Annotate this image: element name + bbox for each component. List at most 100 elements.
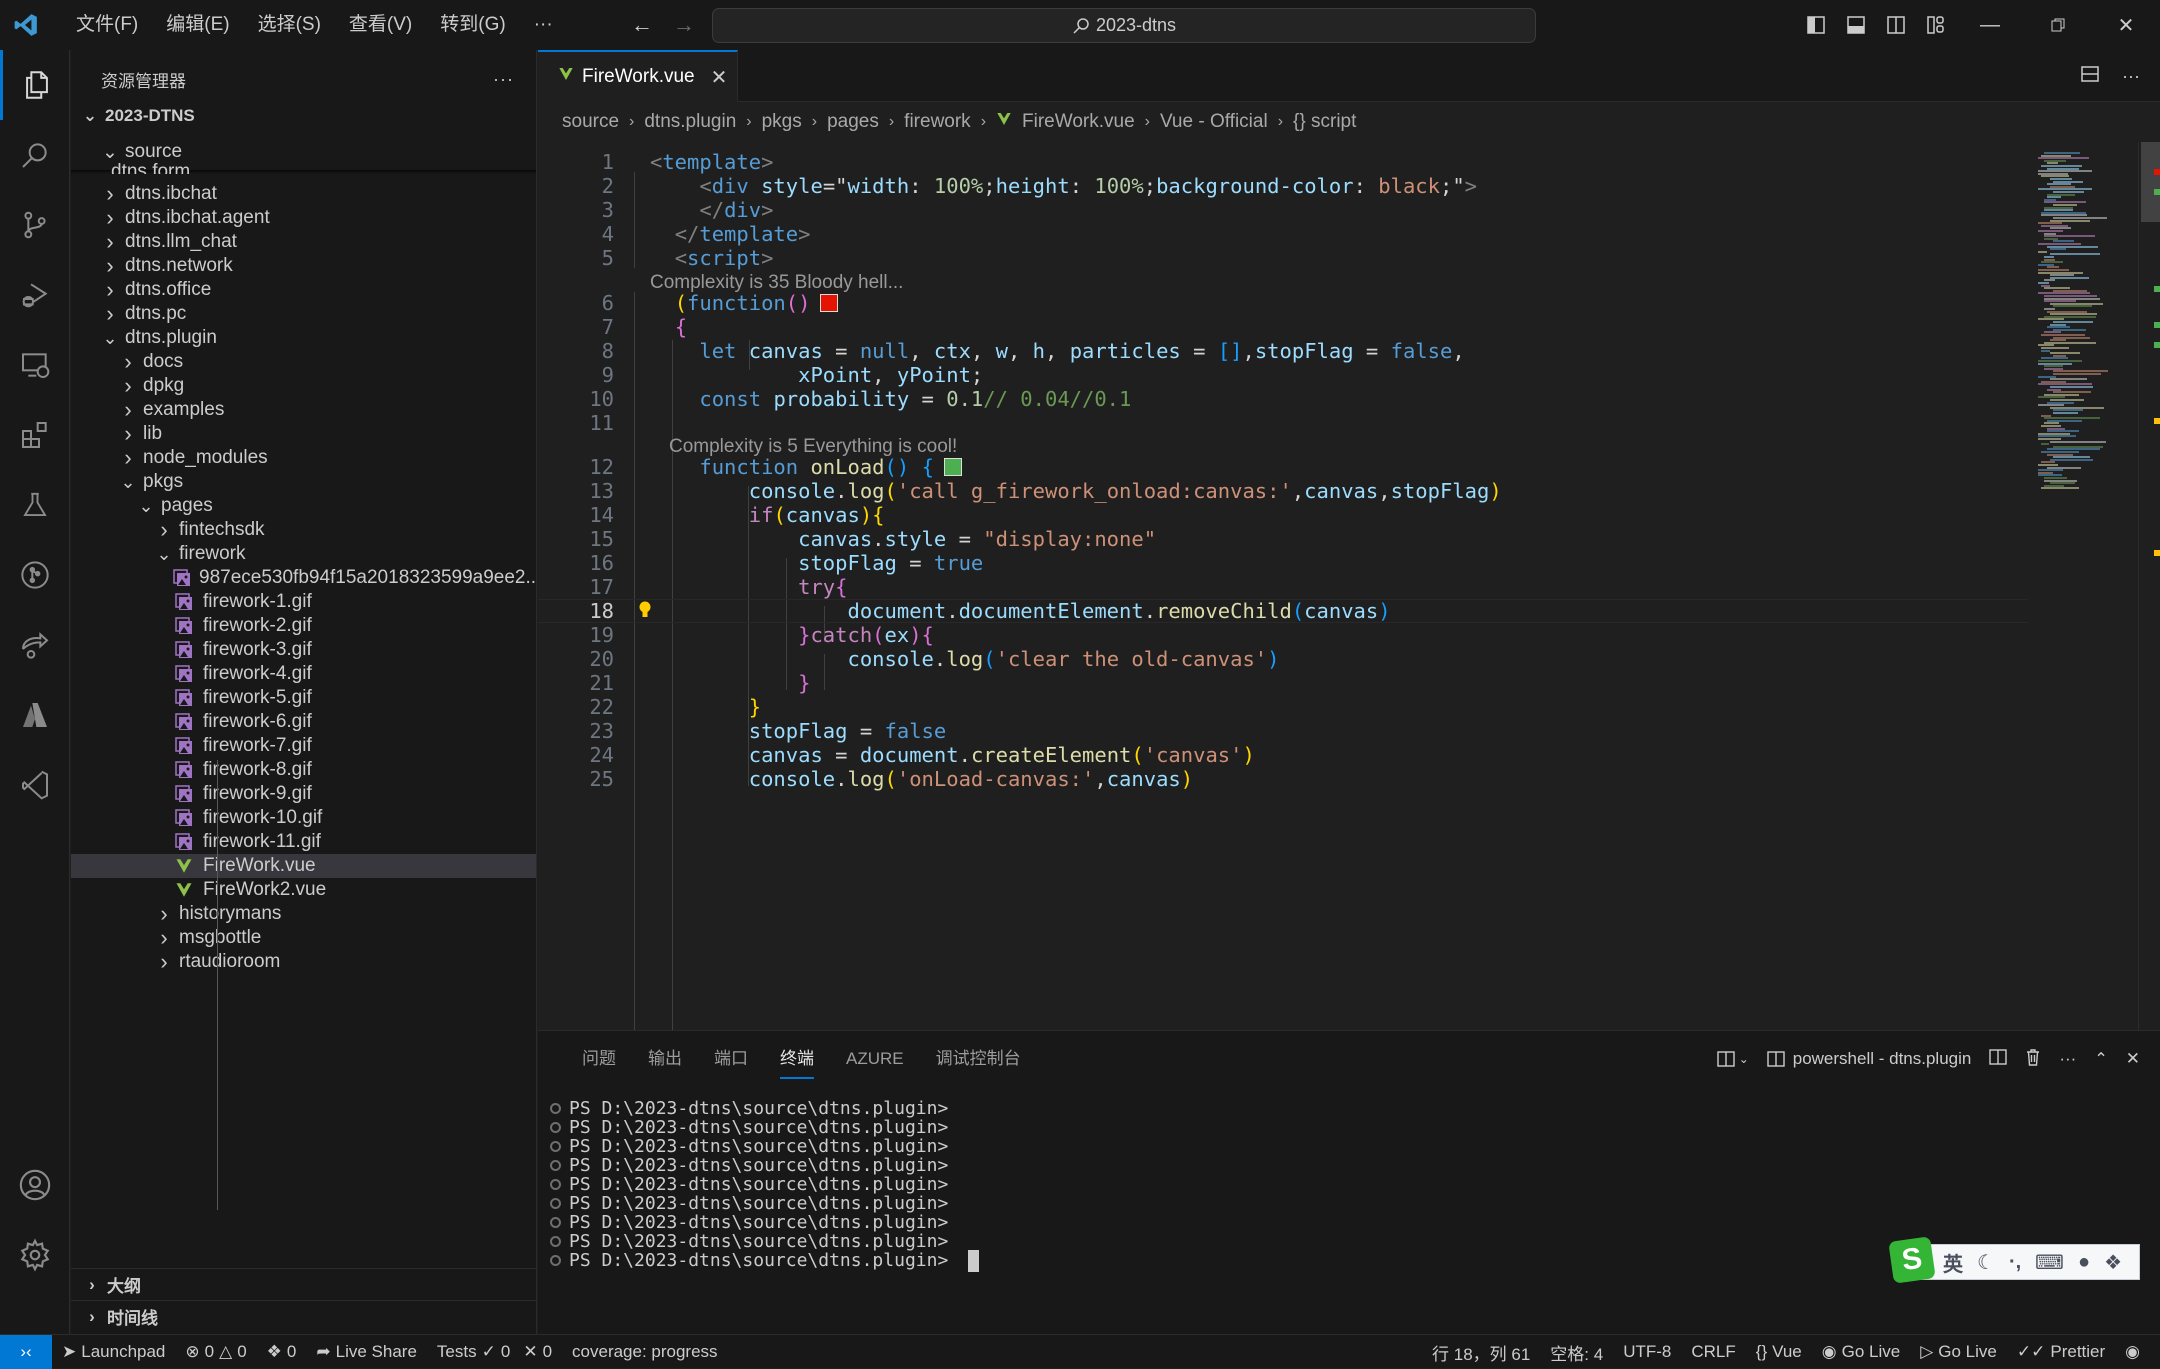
code-line[interactable]: 2 <div style="width: 100%;height: 100%;b… xyxy=(538,174,2028,198)
live-share-icon[interactable] xyxy=(0,610,70,680)
ime-punctuation-icon[interactable]: ·, xyxy=(2009,1251,2021,1274)
tree-file[interactable]: firework-11.gif xyxy=(71,830,536,854)
tree-folder[interactable]: ⌄ firework xyxy=(71,542,536,566)
tab-ports[interactable]: 端口 xyxy=(698,1041,764,1077)
code-line[interactable]: 3 </div> xyxy=(538,198,2028,222)
tree-folder[interactable]: › docs xyxy=(71,349,536,374)
ime-moon-icon[interactable]: ☾ xyxy=(1977,1250,1995,1275)
prettier-status[interactable]: ✓✓ Prettier xyxy=(2007,1342,2115,1362)
tab-terminal[interactable]: 终端 xyxy=(764,1041,830,1079)
go-live-button-1[interactable]: ◉ Go Live xyxy=(1812,1342,1910,1362)
tree-folder[interactable]: › dtns.llm_chat xyxy=(71,229,536,254)
notifications-icon[interactable]: ◉ xyxy=(2115,1342,2150,1362)
customize-layout-icon[interactable] xyxy=(1916,0,1956,50)
tree-folder[interactable]: › dtns.office xyxy=(71,277,536,302)
tree-folder[interactable]: › fintechsdk xyxy=(71,517,536,542)
testing-icon[interactable] xyxy=(0,470,70,540)
code-line[interactable]: 15 canvas.style = "display:none" xyxy=(538,527,2028,551)
visual-studio-icon[interactable] xyxy=(0,750,70,820)
code-line[interactable]: 9 xPoint, yPoint; xyxy=(538,363,2028,387)
launchpad-status[interactable]: ➤ Launchpad xyxy=(52,1342,175,1362)
search-icon[interactable] xyxy=(0,120,70,190)
breadcrumb-item[interactable]: dtns.plugin xyxy=(644,111,736,133)
menu-file[interactable]: 文件(F) xyxy=(62,8,152,42)
editor-more-icon[interactable]: ··· xyxy=(2122,66,2140,87)
git-graph-icon[interactable] xyxy=(0,540,70,610)
kill-terminal-trash-icon[interactable] xyxy=(2025,1048,2041,1071)
scrollbar-thumb[interactable] xyxy=(2141,142,2160,222)
problems-status[interactable]: ⊗ 0 △ 0 xyxy=(175,1342,256,1362)
live-share-status[interactable]: ➦ Live Share xyxy=(306,1342,427,1362)
close-panel-icon[interactable]: ✕ xyxy=(2126,1049,2140,1069)
code-line[interactable]: 20 console.log('clear the old-canvas') xyxy=(538,647,2028,671)
toggle-sidebar-icon[interactable] xyxy=(1796,0,1836,50)
code-line[interactable]: 6 (function() xyxy=(538,291,2028,315)
tree-file[interactable]: firework-3.gif xyxy=(71,638,536,662)
code-line[interactable]: 24 canvas = document.createElement('canv… xyxy=(538,743,2028,767)
tree-folder[interactable]: › rtaudioroom xyxy=(71,949,536,974)
minimize-icon[interactable]: — xyxy=(1956,0,2024,50)
terminal-instance[interactable]: powershell - dtns.plugin xyxy=(1767,1049,1971,1069)
code-line[interactable]: 7 { xyxy=(538,315,2028,339)
tab-problems[interactable]: 问题 xyxy=(566,1041,632,1077)
code-line[interactable]: 10 const probability = 0.1// 0.04//0.1 xyxy=(538,387,2028,411)
command-center-search[interactable]: 2023-dtns xyxy=(712,8,1536,43)
tree-file[interactable]: firework-7.gif xyxy=(71,734,536,758)
command-decoration-icon[interactable] xyxy=(550,1255,561,1266)
azure-icon[interactable] xyxy=(0,680,70,750)
run-debug-icon[interactable] xyxy=(0,260,70,330)
line-ending[interactable]: CRLF xyxy=(1681,1342,1745,1362)
code-line[interactable]: 19 }catch(ex){ xyxy=(538,623,2028,647)
coverage-status[interactable]: coverage: progress xyxy=(562,1342,728,1362)
tree-folder[interactable]: › node_modules xyxy=(71,445,536,470)
encoding[interactable]: UTF-8 xyxy=(1613,1342,1681,1362)
timeline-section[interactable]: › 时间线 xyxy=(71,1300,536,1332)
menu-more[interactable]: ··· xyxy=(520,8,567,42)
close-window-icon[interactable]: ✕ xyxy=(2092,0,2160,50)
tree-folder[interactable]: › examples xyxy=(71,397,536,422)
code-line[interactable]: 13 console.log('call g_firework_onload:c… xyxy=(538,479,2028,503)
menu-view[interactable]: 查看(V) xyxy=(335,8,426,42)
account-icon[interactable] xyxy=(0,1150,70,1220)
tree-file[interactable]: FireWork.vue xyxy=(71,854,536,878)
breadcrumb-item[interactable]: FireWork.vue xyxy=(1022,111,1135,133)
remote-explorer-icon[interactable] xyxy=(0,330,70,400)
menu-selection[interactable]: 选择(S) xyxy=(244,8,335,42)
ime-language[interactable]: 英 xyxy=(1943,1248,1963,1277)
code-line[interactable]: 1 <template> xyxy=(538,150,2028,174)
ports-status[interactable]: ❖ 0 xyxy=(257,1342,307,1362)
extensions-icon[interactable] xyxy=(0,400,70,470)
tree-folder[interactable]: ⌄ pkgs xyxy=(71,470,536,494)
menu-go[interactable]: 转到(G) xyxy=(426,8,519,42)
source-control-icon[interactable] xyxy=(0,190,70,260)
command-decoration-icon[interactable] xyxy=(550,1236,561,1247)
code-view[interactable]: Complexity is 35 Bloody hell... Complexi… xyxy=(538,142,2028,1030)
ime-user-icon[interactable]: ● xyxy=(2078,1251,2090,1274)
command-decoration-icon[interactable] xyxy=(550,1141,561,1152)
code-line[interactable]: 4 </template> xyxy=(538,222,2028,246)
code-line[interactable]: 22 } xyxy=(538,695,2028,719)
tab-debug-console[interactable]: 调试控制台 xyxy=(920,1041,1037,1077)
tree-folder[interactable]: › msgbottle xyxy=(71,925,536,950)
toggle-panel-icon[interactable] xyxy=(1836,0,1876,50)
tree-folder[interactable]: › dtns.ibchat xyxy=(71,181,536,206)
tree-folder[interactable]: › lib xyxy=(71,421,536,446)
tree-file[interactable]: firework-6.gif xyxy=(71,710,536,734)
command-decoration-icon[interactable] xyxy=(550,1103,561,1114)
tree-folder[interactable]: › dtns.network xyxy=(71,253,536,278)
breadcrumb-item[interactable]: {} script xyxy=(1293,111,1356,133)
tree-folder[interactable]: ⌄ dtns.plugin xyxy=(71,326,536,350)
cursor-position[interactable]: 行 18，列 61 xyxy=(1422,1340,1540,1365)
code-line[interactable]: 25 console.log('onLoad-canvas:',canvas) xyxy=(538,767,2028,791)
tab-firework-vue[interactable]: FireWork.vue ✕ xyxy=(538,50,738,102)
remote-indicator-icon[interactable]: ›‹ xyxy=(0,1334,52,1369)
settings-gear-icon[interactable] xyxy=(0,1220,70,1290)
outline-section[interactable]: › 大纲 xyxy=(71,1268,536,1300)
tree-file[interactable]: firework-10.gif xyxy=(71,806,536,830)
panel-more-icon[interactable]: ··· xyxy=(2059,1049,2076,1069)
breadcrumb-item[interactable]: pkgs xyxy=(762,111,802,133)
code-line[interactable]: 21 } xyxy=(538,671,2028,695)
code-line[interactable]: 8 let canvas = null, ctx, w, h, particle… xyxy=(538,339,2028,363)
ime-toolbar[interactable]: S 英 ☾ ·, ⌨ ● ❖ xyxy=(1888,1236,2140,1284)
tree-folder[interactable]: › dpkg xyxy=(71,373,536,398)
